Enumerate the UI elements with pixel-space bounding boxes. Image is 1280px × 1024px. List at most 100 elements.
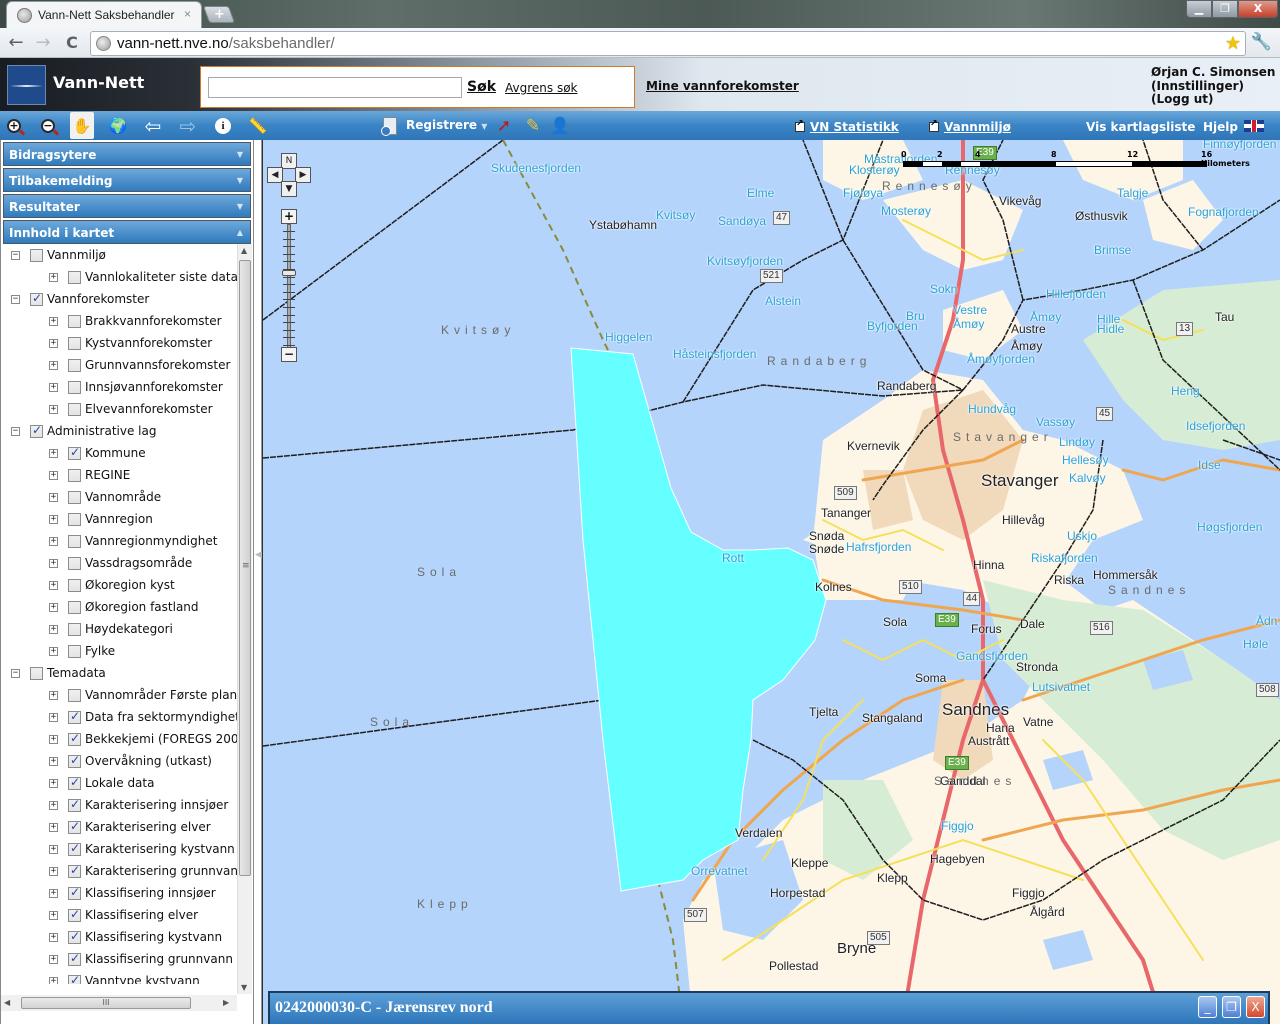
expand-icon[interactable]: + — [49, 866, 58, 876]
layer-checkbox[interactable] — [68, 600, 81, 614]
back-button[interactable]: ← — [5, 32, 27, 54]
expand-icon[interactable]: + — [49, 580, 58, 590]
layer-checkbox[interactable] — [68, 863, 81, 878]
layer-tree-vscroll[interactable]: ▲ ≡ ▼ — [237, 244, 252, 994]
layer-tree-item[interactable]: − Vannforekomster — [11, 288, 149, 310]
layer-checkbox[interactable] — [68, 907, 81, 922]
settings-link[interactable]: (Innstillinger) — [1151, 79, 1275, 94]
expand-icon[interactable]: + — [49, 272, 58, 282]
window-restore-button[interactable]: ❐ — [1212, 0, 1238, 18]
layer-checkbox[interactable] — [68, 445, 81, 460]
expand-icon[interactable]: + — [49, 470, 58, 480]
layer-tree-item[interactable]: + Vanntype kystvann — [49, 970, 200, 984]
window-minimize-button[interactable]: ▁ — [1186, 0, 1212, 18]
layer-checkbox[interactable] — [30, 291, 43, 306]
layer-tree-item[interactable]: + Vannregionmyndighet — [49, 530, 217, 552]
layer-checkbox[interactable] — [68, 468, 81, 482]
layer-tree-item[interactable]: + REGINE — [49, 464, 130, 486]
collapse-icon[interactable]: − — [11, 426, 20, 436]
bookmark-star-icon[interactable]: ★ — [1225, 32, 1241, 55]
pan-south-button[interactable]: ▼ — [281, 181, 297, 197]
layer-tree-item[interactable]: + Vassdragsområde — [49, 552, 192, 574]
layer-checkbox[interactable] — [68, 380, 81, 394]
layer-checkbox[interactable] — [68, 336, 81, 350]
layer-tree-item[interactable]: + Klassifisering innsjøer — [49, 882, 216, 904]
expand-icon[interactable]: + — [49, 712, 58, 722]
layer-tree-item[interactable]: + Klassifisering elver — [49, 904, 198, 926]
tab-close-icon[interactable]: × — [184, 7, 191, 21]
map-zoom-out-button[interactable]: − — [281, 347, 297, 362]
layer-checkbox[interactable] — [68, 512, 81, 526]
layer-checkbox[interactable] — [68, 358, 81, 372]
zoom-slider[interactable]: + − — [281, 209, 297, 363]
scroll-right-icon[interactable]: ▶ — [223, 998, 229, 1007]
zoom-out-tool[interactable]: − — [36, 114, 60, 137]
panel-tilbakemelding[interactable]: Tilbakemelding ▼ — [3, 168, 251, 192]
expand-icon[interactable]: + — [49, 822, 58, 832]
hscroll-thumb[interactable]: III — [21, 997, 191, 1009]
help-link[interactable]: Hjelp — [1203, 120, 1238, 134]
layer-checkbox[interactable] — [68, 797, 81, 812]
pan-tool[interactable]: ✋ — [70, 112, 94, 139]
expand-icon[interactable]: + — [49, 844, 58, 854]
layer-checkbox[interactable] — [68, 534, 81, 548]
map-view[interactable]: Skudenesfjorden Kvitsøy Elme Sandøya Kvi… — [263, 140, 1280, 1024]
layer-checkbox[interactable] — [30, 248, 43, 262]
panel-innhold-i-kartet[interactable]: Innhold i kartet ▲ — [3, 220, 251, 244]
scroll-left-icon[interactable]: ◀ — [4, 998, 10, 1007]
forward-button[interactable]: → — [32, 32, 54, 54]
scroll-thumb[interactable]: ≡ — [239, 260, 251, 876]
layer-checkbox[interactable] — [30, 666, 43, 680]
layer-checkbox[interactable] — [68, 578, 81, 592]
layer-tree-item[interactable]: + Klassifisering kystvann — [49, 926, 222, 948]
vannmiljo-link[interactable]: Vannmiljø — [929, 119, 1011, 134]
layer-tree-item[interactable]: + Karakterisering kystvann — [49, 838, 235, 860]
layer-tree-item[interactable]: + Karakterisering grunnvann — [49, 860, 238, 882]
expand-icon[interactable]: + — [49, 778, 58, 788]
info-window-close-button[interactable]: X — [1246, 996, 1265, 1018]
layer-tree-item[interactable]: + Lokale data — [49, 772, 154, 794]
layer-tree-item[interactable]: + Kystvannforekomster — [49, 332, 212, 354]
layer-checkbox[interactable] — [68, 709, 81, 724]
edit-tool[interactable]: ✎ — [521, 114, 545, 137]
layer-checkbox[interactable] — [68, 753, 81, 768]
layer-checkbox[interactable] — [68, 314, 81, 328]
refine-search-link[interactable]: Avgrens søk — [505, 81, 578, 95]
layer-checkbox[interactable] — [30, 423, 43, 438]
expand-icon[interactable]: + — [49, 800, 58, 810]
layer-tree-item[interactable]: + Økoregion kyst — [49, 574, 175, 596]
expand-icon[interactable]: + — [49, 514, 58, 524]
collapse-arrow-icon[interactable]: ◀ — [255, 550, 262, 560]
layer-checkbox[interactable] — [68, 885, 81, 900]
layer-checkbox[interactable] — [68, 556, 81, 570]
layer-checkbox[interactable] — [68, 402, 81, 416]
site-info-icon[interactable] — [96, 36, 111, 51]
expand-icon[interactable]: + — [49, 910, 58, 920]
layer-checkbox[interactable] — [68, 973, 81, 984]
expand-icon[interactable]: + — [49, 954, 58, 964]
expand-icon[interactable]: + — [49, 360, 58, 370]
previous-extent-tool[interactable]: ⇦ — [141, 114, 165, 138]
expand-icon[interactable]: + — [49, 404, 58, 414]
expand-icon[interactable]: + — [49, 690, 58, 700]
layer-checkbox[interactable] — [68, 929, 81, 944]
expand-icon[interactable]: + — [49, 646, 58, 656]
layer-tree-item[interactable]: − Administrative lag — [11, 420, 156, 442]
layer-tree-item[interactable]: + Vannområder Første planfa — [49, 684, 238, 706]
add-user-tool[interactable]: 👤 — [548, 114, 572, 137]
address-bar[interactable]: vann-nett.nve.no/saksbehandler/ ★ — [90, 31, 1246, 56]
scroll-down-icon[interactable]: ▼ — [241, 983, 247, 992]
scroll-up-icon[interactable]: ▲ — [241, 246, 247, 255]
layer-checkbox[interactable] — [68, 951, 81, 966]
expand-icon[interactable]: + — [49, 734, 58, 744]
expand-icon[interactable]: + — [49, 448, 58, 458]
layer-checkbox[interactable] — [68, 490, 81, 504]
layer-checkbox[interactable] — [68, 819, 81, 834]
layer-checkbox[interactable] — [68, 270, 81, 284]
zoom-handle[interactable] — [282, 270, 296, 277]
expand-icon[interactable]: + — [49, 382, 58, 392]
layer-tree-item[interactable]: + Grunnvannsforekomster — [49, 354, 230, 376]
layer-tree-item[interactable]: + Data fra sektormyndighete — [49, 706, 238, 728]
next-extent-tool[interactable]: ⇨ — [176, 114, 200, 138]
layer-tree-item[interactable]: − Temadata — [11, 662, 106, 684]
